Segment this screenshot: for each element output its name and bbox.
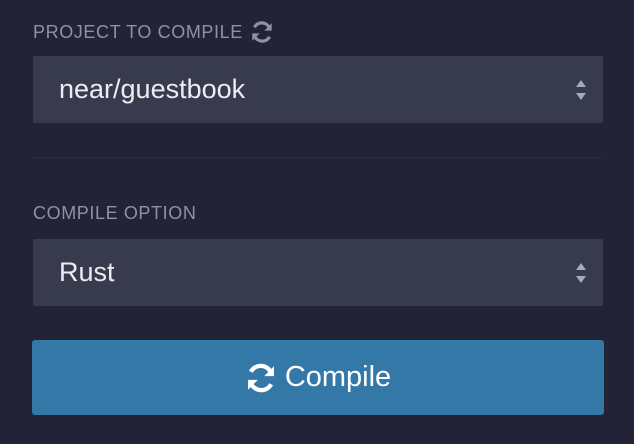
refresh-icon bbox=[245, 362, 277, 394]
select-updown-arrow-icon bbox=[575, 261, 587, 285]
compile-option-label: COMPILE OPTION bbox=[33, 203, 197, 223]
project-section-label: PROJECT TO COMPILE bbox=[33, 22, 243, 42]
project-select-value: near/guestbook bbox=[59, 74, 246, 104]
project-select[interactable]: near/guestbook bbox=[33, 56, 603, 123]
compile-panel: PROJECT TO COMPILE near/guestbook COMPIL… bbox=[0, 0, 634, 444]
compile-option-value: Rust bbox=[59, 257, 115, 287]
compile-button-label: Compile bbox=[284, 361, 392, 393]
compile-button[interactable]: Compile bbox=[32, 340, 604, 415]
section-divider bbox=[33, 157, 603, 158]
compile-option-select[interactable]: Rust bbox=[33, 239, 603, 306]
project-section-label-row: PROJECT TO COMPILE bbox=[33, 20, 274, 44]
refresh-icon[interactable] bbox=[250, 20, 274, 44]
select-updown-arrow-icon bbox=[575, 78, 587, 102]
compile-option-label-row: COMPILE OPTION bbox=[33, 203, 196, 223]
